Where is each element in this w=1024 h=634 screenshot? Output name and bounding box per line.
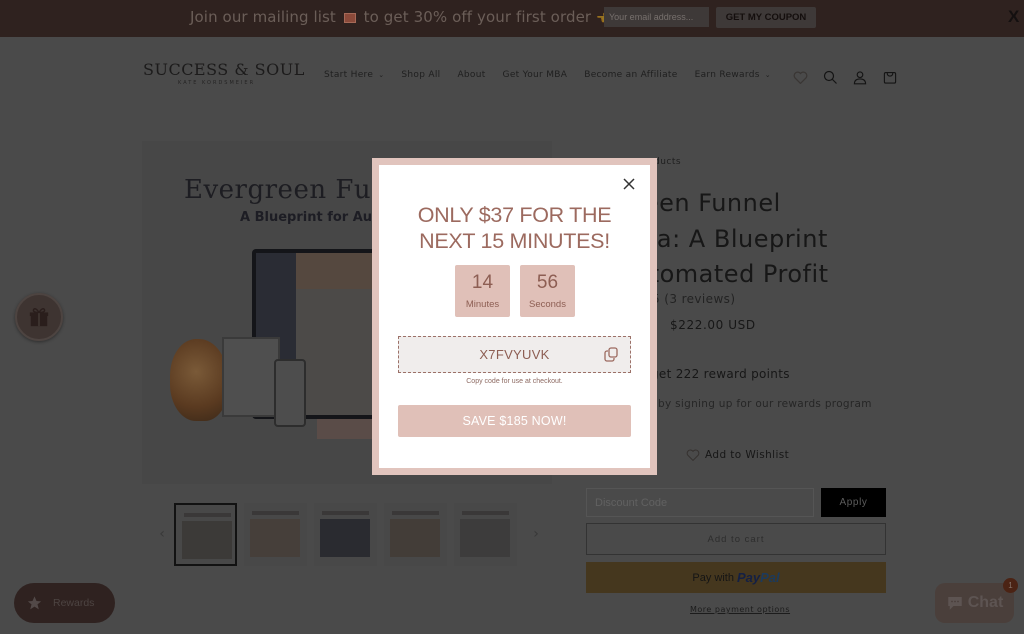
cart-icon[interactable]: [875, 68, 905, 86]
search-icon[interactable]: [815, 68, 845, 86]
chat-unread-badge: 1: [1003, 578, 1018, 593]
chat-launcher-button[interactable]: Chat: [935, 583, 1014, 623]
minutes-value: 14: [471, 272, 494, 293]
seconds-value: 56: [536, 272, 559, 293]
paypal-button[interactable]: Pay with PayPal: [586, 562, 886, 593]
product-title: reen Funnel ula: A Blueprint utomated Pr…: [634, 186, 894, 293]
gift-button[interactable]: [15, 293, 63, 341]
timer-seconds: 56 Seconds: [520, 265, 575, 317]
salt-lamp-image: [170, 339, 228, 421]
nav-label: Earn Rewards: [694, 70, 760, 80]
product-price: $222.00 USD: [670, 318, 756, 332]
envelope-icon: [343, 12, 356, 23]
logo[interactable]: SUCCESS & SOUL KATE KORDSMEIER: [143, 60, 305, 86]
nav-item-become-affiliate[interactable]: Become an Affiliate: [584, 70, 677, 80]
phone-mockup: [274, 359, 306, 427]
popup-headline: ONLY $37 FOR THE NEXT 15 MINUTES!: [379, 202, 650, 254]
heart-icon: [686, 449, 700, 461]
add-to-cart-button[interactable]: Add to cart: [586, 523, 886, 555]
announcement-text-after: to get 30% off your first order: [363, 8, 592, 26]
seconds-label: Seconds: [529, 299, 566, 310]
nav-item-start-here[interactable]: Start Here ⌄: [324, 70, 384, 80]
coupon-code-box[interactable]: X7FVYUVK: [398, 336, 631, 373]
email-input[interactable]: [604, 7, 709, 27]
title-line: reen Funnel: [634, 189, 781, 217]
announcement-text: Join our mailing list to get 30% off you…: [190, 8, 610, 26]
nav-item-get-your-mba[interactable]: Get Your MBA: [503, 70, 568, 80]
main-nav: Start Here ⌄ Shop All About Get Your MBA …: [324, 70, 788, 80]
nav-label: Become an Affiliate: [584, 70, 678, 80]
thumbnail-2[interactable]: [244, 502, 307, 566]
rewards-launcher-button[interactable]: Rewards: [14, 583, 115, 623]
timer-minutes: 14 Minutes: [455, 265, 510, 317]
title-line: utomated Profit: [634, 260, 829, 288]
thumb-next-arrow[interactable]: ›: [524, 526, 548, 542]
add-to-wishlist-button[interactable]: Add to Wishlist: [686, 449, 789, 461]
title-line: ula: A Blueprint: [634, 224, 828, 253]
more-payment-options-link[interactable]: More payment options: [690, 605, 790, 614]
announcement-text-before: Join our mailing list: [190, 8, 336, 26]
apply-discount-button[interactable]: Apply: [821, 488, 886, 517]
nav-label: Shop All: [401, 70, 441, 80]
close-announcement-button[interactable]: X: [1008, 7, 1024, 27]
wishlist-label: Add to Wishlist: [705, 449, 790, 461]
nav-label: Start Here: [324, 70, 374, 80]
reward-points-text: get 222 reward points: [651, 367, 790, 381]
gift-icon: [29, 308, 49, 327]
close-icon: [623, 178, 635, 190]
logo-main-text: SUCCESS & SOUL: [143, 60, 305, 79]
popup-content: ONLY $37 FOR THE NEXT 15 MINUTES! 14 Min…: [379, 165, 650, 468]
site-header: SUCCESS & SOUL KATE KORDSMEIER Start Her…: [0, 37, 1024, 115]
headline-line-2: NEXT 15 MINUTES!: [419, 229, 610, 253]
reward-signup-text: by signing up for our rewards program: [658, 398, 872, 410]
star-icon: [27, 596, 42, 610]
rewards-label: Rewards: [53, 597, 95, 609]
paypal-logo: PayPal: [736, 570, 780, 585]
get-coupon-button[interactable]: GET MY COUPON: [716, 7, 816, 28]
thumbnail-4[interactable]: [384, 502, 447, 566]
code-hint-text: Copy code for use at checkout.: [466, 378, 563, 385]
countdown-timer: 14 Minutes 56 Seconds: [455, 265, 575, 317]
announcement-bar: Join our mailing list to get 30% off you…: [0, 0, 1024, 37]
save-now-button[interactable]: SAVE $185 NOW!: [398, 405, 631, 437]
thumbnail-3[interactable]: [314, 502, 377, 566]
reviews-count[interactable]: 5 (3 reviews): [652, 292, 735, 306]
thumbnail-5[interactable]: [454, 502, 517, 566]
wishlist-heart-icon[interactable]: [785, 68, 815, 86]
account-icon[interactable]: [845, 68, 875, 86]
paypal-prefix: Pay with: [692, 571, 734, 584]
coupon-code: X7FVYUVK: [479, 347, 550, 362]
popup-close-button[interactable]: [622, 176, 636, 190]
logo-sub-text: KATE KORDSMEIER: [178, 80, 256, 86]
thumbnail-strip: ‹ ›: [150, 500, 550, 568]
image-subtitle-text: A Blueprint for Auto: [240, 210, 388, 225]
nav-label: Get Your MBA: [502, 70, 568, 80]
chevron-down-icon: ⌄: [378, 71, 385, 79]
thumbnail-1[interactable]: [174, 502, 237, 566]
nav-item-shop-all[interactable]: Shop All: [401, 70, 440, 80]
discount-code-input[interactable]: [586, 488, 814, 517]
thumb-prev-arrow[interactable]: ‹: [150, 526, 174, 542]
chat-label: Chat: [967, 594, 1004, 611]
nav-item-about[interactable]: About: [457, 70, 485, 80]
tablet-mockup: [222, 337, 280, 417]
copy-icon[interactable]: [604, 347, 618, 362]
chevron-down-icon: ⌄: [764, 71, 771, 79]
nav-label: About: [457, 70, 486, 80]
headline-line-1: ONLY $37 FOR THE: [417, 203, 612, 227]
chat-bubble-icon: [947, 597, 962, 610]
minutes-label: Minutes: [465, 299, 500, 310]
nav-item-earn-rewards[interactable]: Earn Rewards ⌄: [695, 70, 771, 80]
header-icons: [785, 68, 905, 86]
offer-popup: ONLY $37 FOR THE NEXT 15 MINUTES! 14 Min…: [372, 158, 657, 475]
